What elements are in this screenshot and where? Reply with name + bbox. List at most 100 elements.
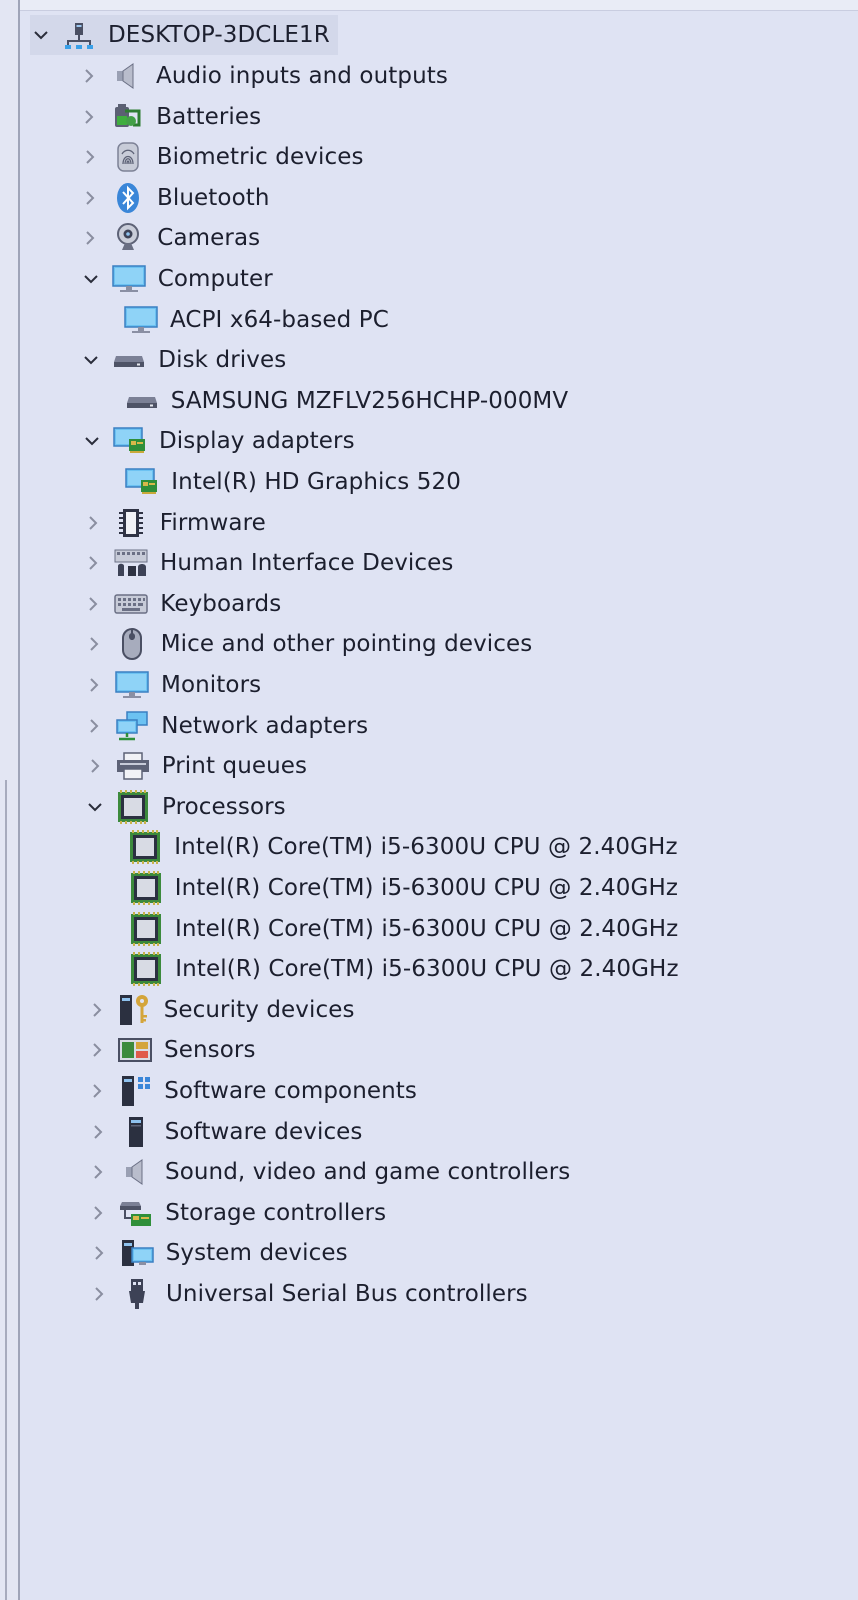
tree-root-node[interactable]: DESKTOP-3DCLE1R xyxy=(30,15,338,55)
processor-icon xyxy=(116,789,150,824)
chevron-right-icon[interactable] xyxy=(84,755,106,777)
chevron-down-icon[interactable] xyxy=(80,268,102,290)
category-label: Sensors xyxy=(164,1037,256,1064)
bluetooth-icon xyxy=(111,181,145,215)
chevron-right-icon[interactable] xyxy=(87,1202,109,1224)
category-firmware[interactable]: Firmware xyxy=(82,503,266,543)
category-label: Biometric devices xyxy=(156,144,364,171)
category-label: Display adapters xyxy=(159,428,355,455)
category-cameras[interactable]: Cameras xyxy=(79,218,260,258)
chevron-right-icon[interactable] xyxy=(79,187,101,209)
speaker-icon xyxy=(119,1155,153,1189)
device-item-intel-core-i5-6300u-cpu-2-40ghz[interactable]: Intel(R) Core(TM) i5-6300U CPU @ 2.40GHz xyxy=(129,949,679,989)
category-print-queues[interactable]: Print queues xyxy=(84,746,307,786)
category-label: Network adapters xyxy=(161,712,369,739)
processor-icon xyxy=(128,830,162,865)
category-label: Software components xyxy=(164,1078,417,1104)
software-device-icon xyxy=(119,1115,153,1149)
device-label: SAMSUNG MZFLV256HCHP-000MV xyxy=(170,387,569,414)
chevron-right-icon[interactable] xyxy=(79,227,101,249)
processor-icon xyxy=(129,871,163,905)
category-label: Keyboards xyxy=(160,590,282,617)
category-computer[interactable]: Computer xyxy=(80,259,273,299)
chevron-right-icon[interactable] xyxy=(82,552,104,574)
device-item-intel-core-i5-6300u-cpu-2-40ghz[interactable]: Intel(R) Core(TM) i5-6300U CPU @ 2.40GHz xyxy=(129,909,678,949)
chevron-right-icon[interactable] xyxy=(83,633,105,655)
category-label: Processors xyxy=(162,793,286,820)
chevron-right-icon[interactable] xyxy=(86,1080,108,1102)
category-software-devices[interactable]: Software devices xyxy=(87,1112,363,1152)
category-label: System devices xyxy=(165,1240,348,1267)
webcam-icon xyxy=(111,221,145,255)
monitor-icon xyxy=(124,303,158,337)
speaker-icon xyxy=(110,59,144,93)
category-security-devices[interactable]: Security devices xyxy=(86,990,355,1030)
chevron-right-icon[interactable] xyxy=(87,1121,109,1143)
chevron-down-icon[interactable] xyxy=(84,796,106,818)
chevron-right-icon[interactable] xyxy=(79,146,101,168)
hid-icon xyxy=(114,546,148,580)
chevron-right-icon[interactable] xyxy=(83,715,105,737)
fingerprint-icon xyxy=(111,140,145,174)
device-label: Intel(R) Core(TM) i5-6300U CPU @ 2.40GHz xyxy=(174,875,679,901)
category-sound-video-and-game-controllers[interactable]: Sound, video and game controllers xyxy=(87,1152,570,1192)
computer-network-icon xyxy=(62,18,96,52)
category-bluetooth[interactable]: Bluetooth xyxy=(79,178,270,218)
category-storage-controllers[interactable]: Storage controllers xyxy=(87,1193,386,1233)
mouse-icon xyxy=(115,627,149,661)
system-devices-icon xyxy=(120,1236,154,1270)
battery-icon xyxy=(110,100,144,134)
chevron-right-icon[interactable] xyxy=(78,65,100,87)
category-biometric-devices[interactable]: Biometric devices xyxy=(79,137,364,177)
device-item-samsung-mzflv256hchp-000mv[interactable]: SAMSUNG MZFLV256HCHP-000MV xyxy=(125,381,569,421)
chevron-right-icon[interactable] xyxy=(87,1161,109,1183)
chevron-right-icon[interactable] xyxy=(86,1039,108,1061)
security-key-icon xyxy=(118,993,152,1027)
sensor-icon xyxy=(118,1033,152,1067)
device-label: Intel(R) Core(TM) i5-6300U CPU @ 2.40GHz xyxy=(175,956,679,983)
category-display-adapters[interactable]: Display adapters xyxy=(81,421,355,461)
pane-splitter[interactable] xyxy=(5,780,7,1600)
category-software-components[interactable]: Software components xyxy=(86,1071,417,1111)
chevron-down-icon[interactable] xyxy=(80,349,102,371)
category-label: Computer xyxy=(157,266,273,292)
chevron-down-icon[interactable] xyxy=(81,430,103,452)
chevron-right-icon[interactable] xyxy=(88,1283,110,1305)
chevron-right-icon[interactable] xyxy=(83,674,105,696)
disk-drive-icon xyxy=(125,384,159,418)
category-universal-serial-bus-controllers[interactable]: Universal Serial Bus controllers xyxy=(88,1274,528,1314)
category-sensors[interactable]: Sensors xyxy=(86,1030,256,1070)
category-system-devices[interactable]: System devices xyxy=(88,1233,348,1273)
chevron-right-icon[interactable] xyxy=(78,106,100,128)
processor-icon xyxy=(129,952,163,987)
usb-icon xyxy=(120,1277,154,1311)
chevron-right-icon[interactable] xyxy=(82,593,104,615)
category-audio-inputs-and-outputs[interactable]: Audio inputs and outputs xyxy=(78,56,448,96)
chevron-down-icon[interactable] xyxy=(30,24,52,46)
chevron-right-icon[interactable] xyxy=(88,1242,110,1264)
category-keyboards[interactable]: Keyboards xyxy=(82,584,281,624)
device-item-intel-hd-graphics-520[interactable]: Intel(R) HD Graphics 520 xyxy=(125,462,461,502)
category-label: Batteries xyxy=(156,103,262,130)
processor-icon xyxy=(129,911,163,946)
category-label: Bluetooth xyxy=(157,184,270,211)
device-item-acpi-x64-based-pc[interactable]: ACPI x64-based PC xyxy=(124,300,389,340)
category-mice-and-other-pointing-devices[interactable]: Mice and other pointing devices xyxy=(83,624,533,664)
keyboard-icon xyxy=(114,587,149,621)
category-processors[interactable]: Processors xyxy=(84,787,286,827)
category-network-adapters[interactable]: Network adapters xyxy=(83,706,368,746)
device-item-intel-core-i5-6300u-cpu-2-40ghz[interactable]: Intel(R) Core(TM) i5-6300U CPU @ 2.40GHz xyxy=(129,868,678,908)
firmware-chip-icon xyxy=(114,506,148,540)
device-item-intel-core-i5-6300u-cpu-2-40ghz[interactable]: Intel(R) Core(TM) i5-6300U CPU @ 2.40GHz xyxy=(128,827,678,867)
device-tree: DESKTOP-3DCLE1R Audio inputs and outputs… xyxy=(20,0,858,1600)
category-batteries[interactable]: Batteries xyxy=(78,97,261,137)
category-disk-drives[interactable]: Disk drives xyxy=(80,340,286,380)
chevron-right-icon[interactable] xyxy=(86,999,108,1021)
monitor-icon xyxy=(111,262,146,296)
category-human-interface-devices[interactable]: Human Interface Devices xyxy=(82,543,453,583)
device-label: Intel(R) Core(TM) i5-6300U CPU @ 2.40GHz xyxy=(174,834,678,861)
device-label: Intel(R) Core(TM) i5-6300U CPU @ 2.40GHz xyxy=(175,915,679,942)
chevron-right-icon[interactable] xyxy=(82,512,104,534)
display-adapter-icon xyxy=(113,424,147,458)
category-monitors[interactable]: Monitors xyxy=(83,665,261,705)
